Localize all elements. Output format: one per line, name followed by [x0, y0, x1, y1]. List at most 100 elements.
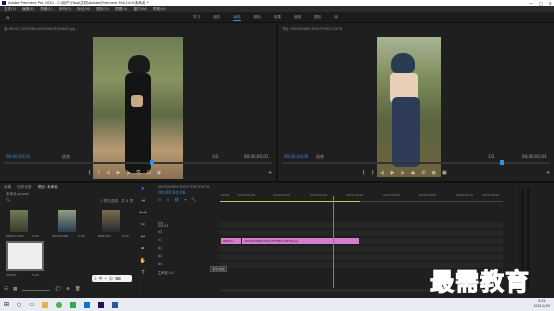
ws-tab-learn[interactable]: 学习	[193, 15, 200, 21]
source-timecode[interactable]: 00;00;00;01	[6, 154, 30, 159]
project-thumb-4[interactable]	[6, 241, 44, 271]
sequence-tab[interactable]: 4633D59B9C30A7F7F8E1C5E78	[158, 185, 209, 189]
home-icon[interactable]: ⌂	[6, 15, 9, 21]
new-bin-icon[interactable]: 📁︎	[55, 287, 61, 292]
insert-icon[interactable]: ⎘	[137, 170, 141, 176]
ws-tab-color[interactable]: 颜色	[254, 15, 261, 21]
toggle-sync-lock-icon[interactable]	[158, 222, 163, 227]
tab-history[interactable]: 历史记录	[17, 185, 31, 190]
nest-icon[interactable]: ⊡	[158, 197, 161, 202]
ws-tab-editing[interactable]: 编辑	[233, 15, 241, 21]
program-playhead[interactable]	[500, 160, 504, 165]
ime-keyboard-icon[interactable]: ⌨	[115, 276, 121, 281]
track-lane-a1[interactable]	[220, 246, 503, 253]
razor-tool-icon[interactable]: ✂	[141, 222, 145, 228]
menu-clip[interactable]: 剪辑(C)	[40, 7, 53, 12]
search-icon[interactable]: ○	[17, 302, 21, 308]
windows-start-icon[interactable]: ⊞	[4, 301, 9, 308]
ime-toolbar[interactable]: S 中 • ☺ ⌨	[92, 275, 132, 282]
clear-icon[interactable]: 🗑︎	[75, 287, 81, 292]
project-thumb-3[interactable]	[102, 210, 120, 232]
menu-help[interactable]: 帮助(H)	[153, 7, 166, 12]
program-timecode[interactable]: 00;00;04;06	[284, 154, 308, 159]
ws-tab-assembly[interactable]: 组件	[213, 15, 220, 21]
ws-tab-audio[interactable]: 音频	[294, 15, 301, 21]
overwrite-icon[interactable]: ⊟	[147, 170, 151, 176]
ripple-edit-icon[interactable]: ⟷	[139, 210, 146, 216]
program-add-button-icon[interactable]: +	[546, 170, 550, 176]
menu-file[interactable]: 文件(F)	[4, 7, 16, 12]
mark-out-icon[interactable]: }	[97, 170, 100, 176]
extract-icon[interactable]: ⊞	[421, 170, 425, 176]
timeline-timecode[interactable]: 00;00;04;06	[158, 191, 185, 196]
menu-graphics[interactable]: 图形(G)	[96, 7, 109, 12]
lift-icon[interactable]: ⏏	[411, 170, 416, 176]
step-back-icon[interactable]: ◂|	[106, 170, 110, 176]
new-item-icon[interactable]: ⊕	[66, 287, 70, 292]
project-thumb-1[interactable]	[10, 210, 28, 232]
source-fit-select[interactable]: 适合	[62, 154, 70, 160]
wrench-icon[interactable]: 🔧︎	[191, 197, 196, 202]
icon-view-icon[interactable]: ▦	[13, 287, 17, 292]
zoom-slider[interactable]	[22, 290, 51, 291]
list-view-icon[interactable]: ☰	[4, 287, 8, 292]
export-frame-icon[interactable]: ◉	[157, 170, 161, 176]
mark-in-icon[interactable]: {	[88, 170, 91, 176]
premiere-taskbar-icon[interactable]	[98, 301, 105, 308]
prog-mark-out-icon[interactable]: }	[371, 170, 374, 176]
menu-sequence[interactable]: 序列(S)	[59, 7, 71, 12]
tab-effects[interactable]: 效果	[4, 185, 11, 190]
program-scrubber[interactable]	[282, 162, 550, 164]
prog-play-icon[interactable]: ▶	[391, 170, 395, 176]
clock-date[interactable]: 2021/1/29	[534, 304, 550, 309]
ws-tab-libraries[interactable]: 库	[334, 15, 338, 21]
project-search-icon[interactable]: 🔍︎	[6, 198, 11, 202]
timeline-clip-2[interactable]: 4633D59B9C30A7F7F8E1C5E78.jpg	[242, 238, 359, 244]
selection-tool-icon[interactable]: ➤	[141, 186, 145, 192]
comparison-icon[interactable]: ▣	[442, 170, 447, 176]
minimize-icon[interactable]: —	[529, 1, 533, 6]
timeline-clip-1[interactable]: 8ED2C...	[221, 238, 241, 244]
track-lane-v3[interactable]	[220, 222, 503, 229]
app-icon-4[interactable]	[84, 301, 91, 308]
type-tool-icon[interactable]: T	[141, 270, 144, 276]
slip-tool-icon[interactable]: ↔	[141, 234, 145, 240]
prog-step-forward-icon[interactable]: |▸	[400, 170, 404, 176]
maximize-icon[interactable]: □	[539, 1, 543, 6]
hand-tool-icon[interactable]: ✋	[140, 258, 146, 264]
source-scrubber[interactable]	[4, 162, 272, 164]
master-volume[interactable]: 0.0	[169, 271, 174, 275]
work-area-bar[interactable]	[220, 201, 360, 202]
source-zoom-select[interactable]: 1/2	[212, 154, 218, 159]
source-playhead[interactable]	[150, 160, 154, 165]
menu-marker[interactable]: 标记(M)	[77, 7, 90, 12]
track-select-icon[interactable]: ⇥	[141, 198, 145, 204]
source-add-button-icon[interactable]: +	[268, 170, 272, 176]
pen-tool-icon[interactable]: ✒	[141, 246, 145, 252]
app-icon-1[interactable]	[42, 301, 49, 308]
ime-emoji-icon[interactable]: ☺	[109, 276, 113, 281]
menu-window[interactable]: 窗口(W)	[133, 7, 147, 12]
task-view-icon[interactable]: ▭	[29, 302, 34, 308]
ime-mode-icon[interactable]: 中	[99, 276, 103, 282]
ws-tab-graphics[interactable]: 图形	[314, 15, 321, 21]
menu-view[interactable]: 视图(V)	[115, 7, 127, 12]
linked-icon[interactable]: ⛓︎	[174, 197, 179, 202]
step-forward-icon[interactable]: |▸	[126, 170, 130, 176]
prog-step-back-icon[interactable]: ◂|	[380, 170, 384, 176]
tab-project[interactable]: 项目: 未命名	[38, 185, 58, 190]
program-fit-select[interactable]: 适合	[316, 154, 324, 160]
wechat-icon[interactable]	[70, 301, 77, 308]
project-thumb-2[interactable]	[58, 210, 76, 232]
chrome-icon[interactable]	[56, 301, 63, 308]
ws-tab-effects[interactable]: 效果	[274, 15, 281, 21]
word-icon[interactable]	[112, 301, 119, 308]
program-zoom-select[interactable]: 1/2	[488, 154, 494, 159]
play-icon[interactable]: ▶	[117, 170, 121, 176]
prog-export-frame-icon[interactable]: ◉	[432, 170, 436, 176]
close-icon[interactable]: ✕	[549, 1, 552, 6]
track-lane-v2[interactable]	[220, 230, 503, 237]
timeline-playhead[interactable]	[333, 196, 334, 288]
ime-logo-icon[interactable]: S	[94, 276, 97, 281]
track-lane-a2[interactable]	[220, 254, 503, 261]
